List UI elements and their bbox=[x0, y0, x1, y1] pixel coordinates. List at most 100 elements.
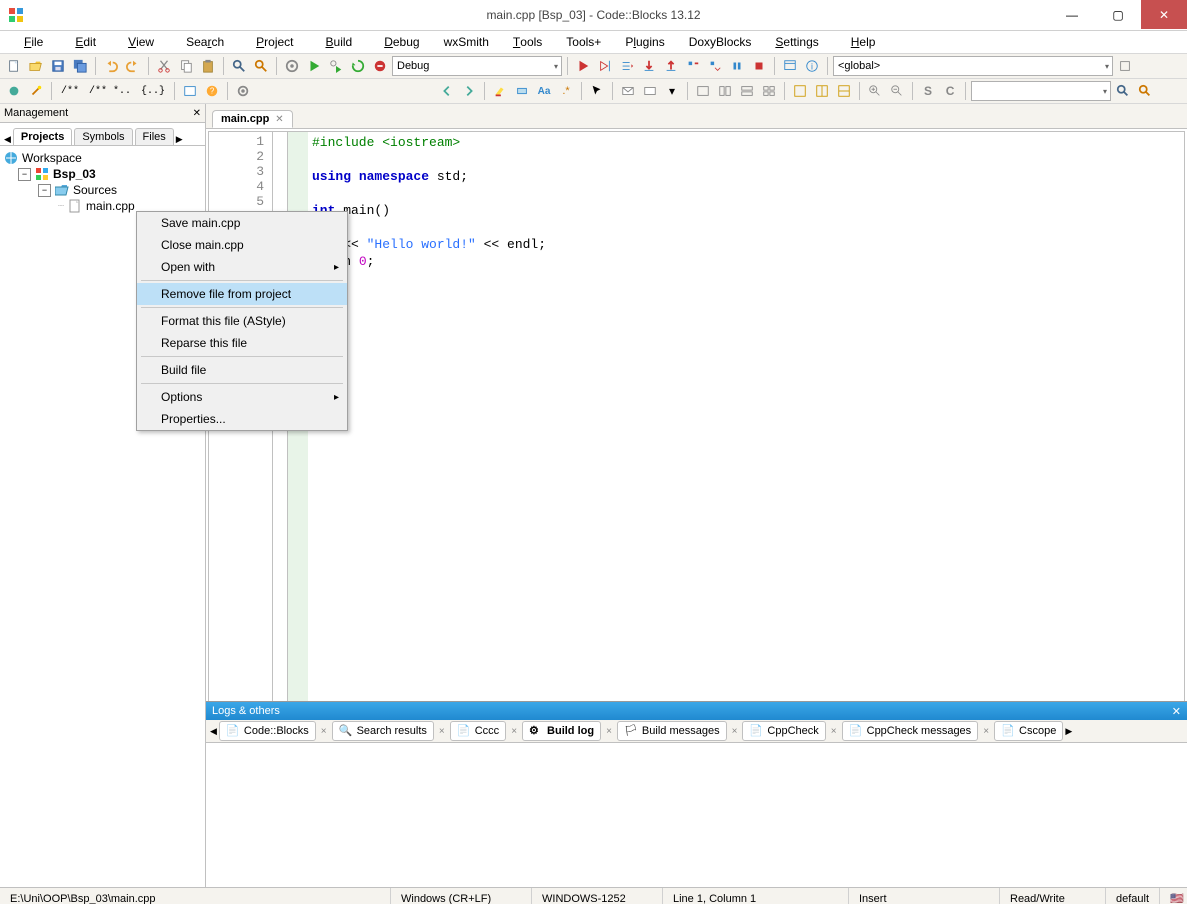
logs-body[interactable] bbox=[206, 743, 1187, 887]
tab-symbols[interactable]: Symbols bbox=[74, 128, 132, 145]
menu-build[interactable]: Build bbox=[310, 31, 369, 53]
s-icon[interactable]: S bbox=[918, 81, 938, 101]
menu-view[interactable]: View bbox=[112, 31, 170, 53]
cm-options[interactable]: Options bbox=[137, 386, 347, 408]
debug-windows-icon[interactable] bbox=[780, 56, 800, 76]
search-dropdown[interactable] bbox=[971, 81, 1111, 101]
doxy-html-icon[interactable] bbox=[180, 81, 200, 101]
tab-close-icon[interactable]: × bbox=[318, 726, 330, 737]
menu-wxsmith[interactable]: wxSmith bbox=[436, 33, 497, 51]
layout1-icon[interactable] bbox=[790, 81, 810, 101]
maximize-button[interactable]: ▢ bbox=[1095, 0, 1141, 29]
tab-close-icon[interactable]: × bbox=[828, 726, 840, 737]
layout3-icon[interactable] bbox=[834, 81, 854, 101]
menu-edit[interactable]: Edit bbox=[59, 31, 112, 53]
matchcase-icon[interactable]: Aa bbox=[534, 81, 554, 101]
tab-cppcheck[interactable]: 📄CppCheck bbox=[742, 721, 825, 741]
c-icon[interactable]: C bbox=[940, 81, 960, 101]
run-to-cursor-icon[interactable] bbox=[595, 56, 615, 76]
collapse-icon[interactable]: − bbox=[38, 184, 51, 197]
nav-back-icon[interactable] bbox=[437, 81, 457, 101]
break-icon[interactable] bbox=[727, 56, 747, 76]
block-comment-icon[interactable]: /** bbox=[57, 81, 83, 101]
close-button[interactable]: ✕ bbox=[1141, 0, 1187, 29]
build-target-dropdown[interactable]: Debug bbox=[392, 56, 562, 76]
info-icon[interactable]: i bbox=[802, 56, 822, 76]
status-lang-icon[interactable]: 🇺🇸 bbox=[1160, 888, 1187, 904]
debug-start-icon[interactable] bbox=[573, 56, 593, 76]
tab-close-icon[interactable]: × bbox=[980, 726, 992, 737]
tree-sources[interactable]: − Sources bbox=[4, 182, 201, 198]
step-into-icon[interactable] bbox=[639, 56, 659, 76]
doxy-wizard-icon[interactable] bbox=[26, 81, 46, 101]
tab-files[interactable]: Files bbox=[135, 128, 174, 145]
zoom-in-icon[interactable] bbox=[865, 81, 885, 101]
doxy-config-icon[interactable] bbox=[233, 81, 253, 101]
highlight-icon[interactable] bbox=[490, 81, 510, 101]
paste-icon[interactable] bbox=[198, 56, 218, 76]
cm-format[interactable]: Format this file (AStyle) bbox=[137, 310, 347, 332]
minimize-button[interactable]: — bbox=[1049, 0, 1095, 29]
cm-open-with[interactable]: Open with bbox=[137, 256, 347, 278]
menu-plugins[interactable]: Plugins bbox=[609, 31, 680, 53]
step-instr-icon[interactable] bbox=[705, 56, 725, 76]
panel-close-icon[interactable]: ✕ bbox=[193, 108, 201, 119]
cm-remove-file[interactable]: Remove file from project bbox=[137, 283, 347, 305]
line-comment-icon[interactable]: /** *.. bbox=[85, 81, 135, 101]
undo-icon[interactable] bbox=[101, 56, 121, 76]
menu-toolsplus[interactable]: Tools+ bbox=[558, 33, 609, 51]
tab-cccc[interactable]: 📄Cccc bbox=[450, 721, 506, 741]
menu-help[interactable]: Help bbox=[835, 31, 892, 53]
run-icon[interactable] bbox=[304, 56, 324, 76]
mail-icon[interactable] bbox=[618, 81, 638, 101]
step-out-icon[interactable] bbox=[661, 56, 681, 76]
panel-scroll-right-icon[interactable]: ▶ bbox=[176, 134, 183, 145]
save-all-icon[interactable] bbox=[70, 56, 90, 76]
nav-fwd-icon[interactable] bbox=[459, 81, 479, 101]
collapse-icon[interactable]: − bbox=[18, 168, 31, 181]
tab-search-results[interactable]: 🔍Search results bbox=[332, 721, 434, 741]
doxy-chm-icon[interactable]: ? bbox=[202, 81, 222, 101]
tab-close-icon[interactable]: × bbox=[508, 726, 520, 737]
logs-close-icon[interactable]: ✕ bbox=[1172, 705, 1181, 718]
selection-icon[interactable] bbox=[512, 81, 532, 101]
search2-icon[interactable] bbox=[1113, 81, 1133, 101]
tree-workspace[interactable]: Workspace bbox=[4, 150, 201, 166]
stop-debug-icon[interactable] bbox=[749, 56, 769, 76]
cm-save[interactable]: Save main.cpp bbox=[137, 212, 347, 234]
tab-close-icon[interactable]: × bbox=[729, 726, 741, 737]
tab-close-icon[interactable]: ✕ bbox=[275, 114, 283, 125]
panel-scroll-left-icon[interactable]: ◀ bbox=[4, 134, 11, 145]
cm-build[interactable]: Build file bbox=[137, 359, 347, 381]
win1-icon[interactable] bbox=[693, 81, 713, 101]
mail2-icon[interactable] bbox=[640, 81, 660, 101]
tab-build-log[interactable]: ⚙Build log bbox=[522, 721, 601, 741]
regex-icon[interactable]: .* bbox=[556, 81, 576, 101]
menu-search[interactable]: Search bbox=[170, 31, 240, 53]
menu-settings[interactable]: Settings bbox=[759, 31, 834, 53]
next-line-icon[interactable] bbox=[617, 56, 637, 76]
mail3-icon[interactable]: ▾ bbox=[662, 81, 682, 101]
logs-scroll-left-icon[interactable]: ◀ bbox=[210, 726, 217, 737]
tab-build-messages[interactable]: 🏳Build messages bbox=[617, 721, 727, 741]
cut-icon[interactable] bbox=[154, 56, 174, 76]
win2-icon[interactable] bbox=[715, 81, 735, 101]
braces-icon[interactable]: {..} bbox=[137, 81, 169, 101]
copy-icon[interactable] bbox=[176, 56, 196, 76]
build-icon[interactable] bbox=[282, 56, 302, 76]
layout2-icon[interactable] bbox=[812, 81, 832, 101]
save-icon[interactable] bbox=[48, 56, 68, 76]
tab-cscope[interactable]: 📄Cscope bbox=[994, 721, 1063, 741]
tb-extra-icon[interactable] bbox=[1115, 56, 1135, 76]
menu-doxyblocks[interactable]: DoxyBlocks bbox=[681, 33, 760, 51]
compiler-dropdown[interactable]: <global> bbox=[833, 56, 1113, 76]
find-icon[interactable] bbox=[229, 56, 249, 76]
tree-project[interactable]: − Bsp_03 bbox=[4, 166, 201, 182]
win3-icon[interactable] bbox=[737, 81, 757, 101]
search3-icon[interactable] bbox=[1135, 81, 1155, 101]
tab-codeblocks[interactable]: 📄Code::Blocks bbox=[219, 721, 316, 741]
menu-debug[interactable]: Debug bbox=[368, 31, 435, 53]
tab-close-icon[interactable]: × bbox=[436, 726, 448, 737]
open-icon[interactable] bbox=[26, 56, 46, 76]
cm-close[interactable]: Close main.cpp bbox=[137, 234, 347, 256]
